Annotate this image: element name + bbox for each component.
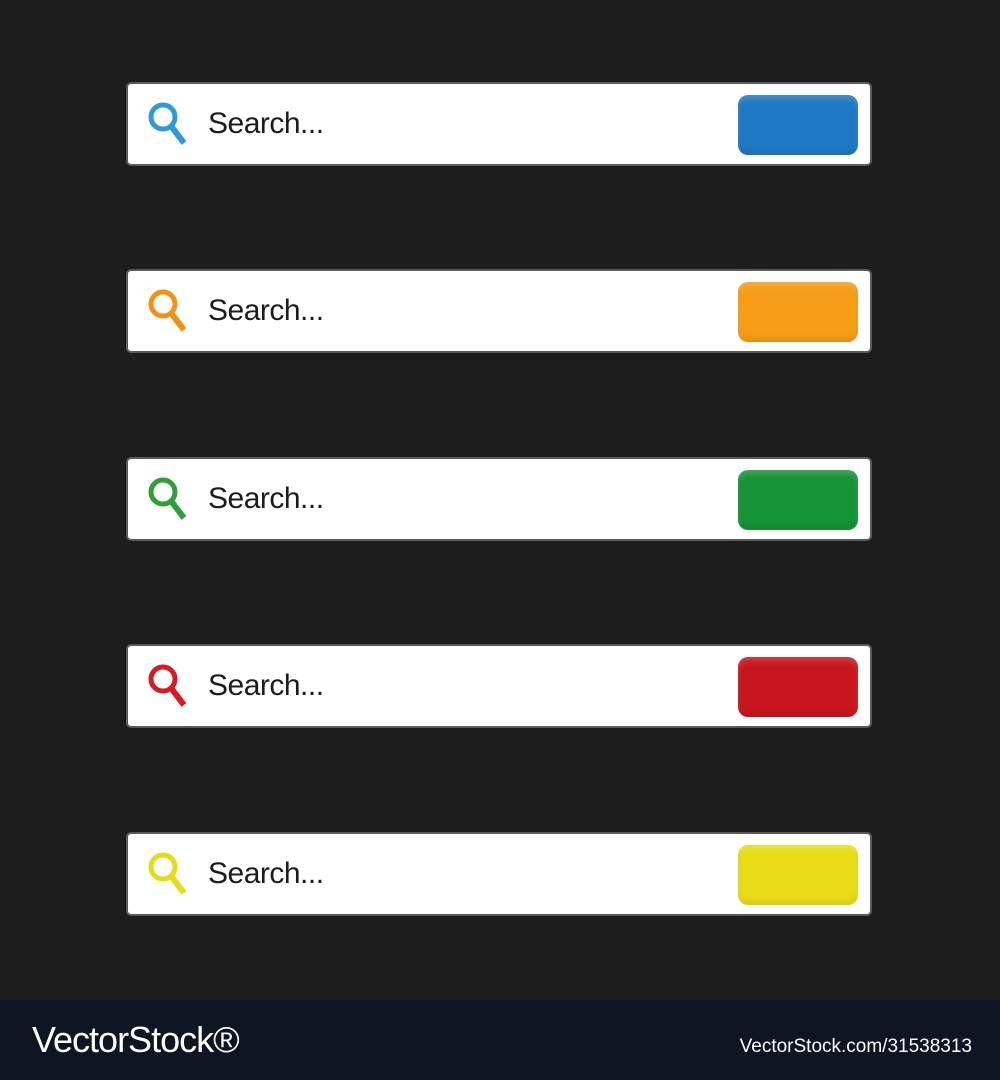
search-input[interactable]: [208, 854, 728, 894]
search-button[interactable]: [738, 845, 858, 905]
search-icon: [145, 475, 193, 523]
search-icon: [145, 662, 193, 710]
search-button[interactable]: [738, 95, 858, 155]
search-bar-yellow: [126, 832, 872, 916]
search-bar-green: [126, 457, 872, 541]
image-id-text: VectorStock.com/31538313: [739, 1036, 972, 1057]
watermark-footer: VectorStock® VectorStock.com/31538313: [0, 1000, 1000, 1080]
search-input[interactable]: [208, 479, 728, 519]
search-bar-blue: [126, 82, 872, 166]
search-icon: [145, 287, 193, 335]
search-button[interactable]: [738, 282, 858, 342]
search-bar-red: [126, 644, 872, 728]
search-bars-stack: [0, 0, 1000, 1000]
search-input[interactable]: [208, 666, 728, 706]
search-input[interactable]: [208, 104, 728, 144]
search-button[interactable]: [738, 657, 858, 717]
search-icon: [145, 100, 193, 148]
search-bar-orange: [126, 269, 872, 353]
vectorstock-logo: VectorStock®: [32, 1019, 240, 1060]
search-button[interactable]: [738, 470, 858, 530]
search-icon: [145, 850, 193, 898]
search-input[interactable]: [208, 291, 728, 331]
